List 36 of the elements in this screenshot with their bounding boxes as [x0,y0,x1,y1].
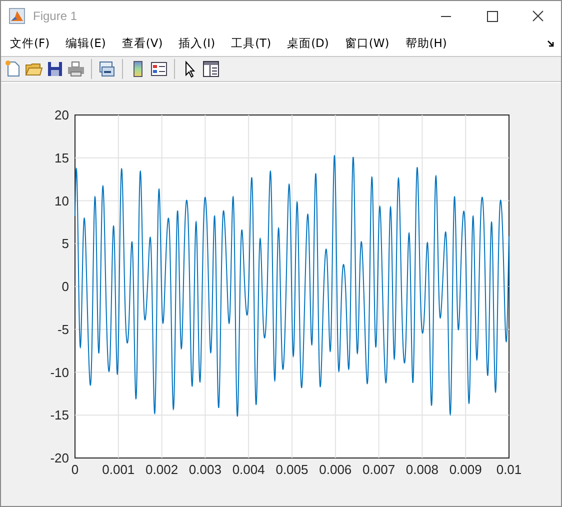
x-tick-label: 0.004 [232,462,265,477]
y-tick-label: 20 [54,108,69,122]
menu-item[interactable]: 文件(F) [5,36,57,52]
x-tick-label: 0.002 [146,462,178,477]
y-tick-label: -10 [50,364,69,380]
y-tick-label: -20 [50,450,69,466]
property-panel-icon[interactable] [202,60,220,78]
x-tick-label: 0.007 [362,462,396,477]
print-icon[interactable] [67,60,85,78]
y-tick-label: 5 [62,236,69,252]
x-tick-label: 0 [71,462,79,477]
y-tick-label: 15 [54,150,69,166]
menu-item[interactable]: 帮助(H) [400,36,454,52]
menu-item[interactable]: 桌面(D) [282,36,336,52]
x-tick-label: 0.005 [276,462,308,477]
menu-item[interactable]: 编辑(E) [60,36,113,52]
y-tick-label: 10 [54,193,69,208]
save-icon[interactable] [46,60,64,78]
menu-item[interactable]: 插入(I) [174,36,222,52]
x-tick-label: 0.006 [319,462,352,477]
x-tick-label: 0.001 [102,462,135,477]
x-tick-label: 0.01 [496,462,522,477]
new-file-icon[interactable] [4,60,22,78]
x-tick-label: 0.003 [188,462,222,477]
y-tick-label: 0 [62,279,69,294]
window-title: Figure 1 [33,9,78,23]
x-tick-label: 0.008 [406,462,438,477]
menu-item[interactable]: 窗口(W) [340,36,396,52]
y-tick-label: -15 [50,408,69,423]
dock-arrow-icon[interactable] [547,40,555,48]
menu-item[interactable]: 查看(V) [116,36,170,52]
menu-item[interactable]: 工具(T) [226,36,278,52]
legend-icon[interactable] [150,60,168,78]
y-tick-label: -5 [57,322,69,337]
app-icon [9,8,25,24]
x-tick-label: 0.009 [449,462,482,477]
